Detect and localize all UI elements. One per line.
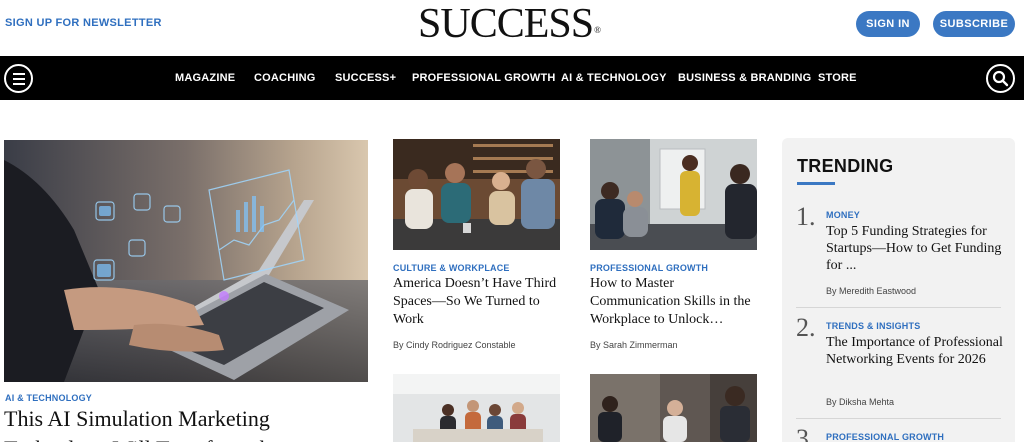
logo-text: SUCCESS: [418, 1, 594, 47]
trending-title[interactable]: The Importance of Professional Networkin…: [826, 334, 1006, 368]
hero-title[interactable]: This AI Simulation Marketing Technology …: [4, 404, 374, 442]
card-image-communication-skills[interactable]: [590, 139, 757, 250]
card-category[interactable]: CULTURE & WORKPLACE: [393, 263, 510, 273]
hero-image[interactable]: [4, 140, 368, 382]
nav-items: MAGAZINE COACHING SUCCESS+ PROFESSIONAL …: [0, 56, 1024, 100]
card-category[interactable]: PROFESSIONAL GROWTH: [590, 263, 708, 273]
trending-author[interactable]: By Meredith Eastwood: [826, 286, 916, 296]
nav-item-ai-technology[interactable]: AI & TECHNOLOGY: [561, 72, 667, 84]
trending-underline: [797, 182, 835, 185]
trending-category[interactable]: TRENDS & INSIGHTS: [826, 321, 920, 331]
trending-divider: [796, 307, 1001, 308]
nav-item-coaching[interactable]: COACHING: [254, 72, 316, 84]
nav-item-store[interactable]: STORE: [818, 72, 857, 84]
card-image-third-spaces[interactable]: [393, 139, 560, 250]
newsletter-signup-link[interactable]: SIGN UP FOR NEWSLETTER: [5, 17, 162, 29]
trending-divider: [796, 418, 1001, 419]
trending-author[interactable]: By Diksha Mehta: [826, 397, 894, 407]
nav-item-business-branding[interactable]: BUSINESS & BRANDING: [678, 72, 811, 84]
sign-in-button[interactable]: SIGN IN: [856, 11, 920, 37]
card-title[interactable]: America Doesn’t Have Third Spaces—So We …: [393, 275, 563, 329]
trending-category[interactable]: PROFESSIONAL GROWTH: [826, 432, 944, 442]
main-nav: MAGAZINE COACHING SUCCESS+ PROFESSIONAL …: [0, 56, 1024, 100]
trending-rank: 2.: [796, 313, 816, 342]
nav-item-success-plus[interactable]: SUCCESS+: [335, 72, 396, 84]
trending-panel: TRENDING 1. MONEY Top 5 Funding Strategi…: [782, 138, 1015, 442]
card-author[interactable]: By Cindy Rodriguez Constable: [393, 340, 516, 350]
card-author[interactable]: By Sarah Zimmerman: [590, 340, 678, 350]
nav-item-professional-growth[interactable]: PROFESSIONAL GROWTH: [412, 72, 556, 84]
trending-category[interactable]: MONEY: [826, 210, 860, 220]
top-bar: SIGN UP FOR NEWSLETTER SUCCESS® SIGN IN …: [0, 0, 1024, 56]
hero-category[interactable]: AI & TECHNOLOGY: [5, 393, 92, 403]
trending-rank: 1.: [796, 202, 816, 231]
site-logo[interactable]: SUCCESS®: [418, 1, 601, 47]
trending-heading: TRENDING: [797, 156, 894, 176]
search-icon[interactable]: [986, 64, 1015, 93]
subscribe-button[interactable]: SUBSCRIBE: [933, 11, 1015, 37]
card-title[interactable]: How to Master Communication Skills in th…: [590, 275, 760, 329]
card-image-meeting[interactable]: [393, 374, 560, 442]
nav-item-magazine[interactable]: MAGAZINE: [175, 72, 235, 84]
trending-title[interactable]: Top 5 Funding Strategies for Startups—Ho…: [826, 223, 1006, 274]
card-image-team[interactable]: [590, 374, 757, 442]
registered-mark: ®: [594, 25, 601, 35]
trending-rank: 3.: [796, 424, 816, 442]
